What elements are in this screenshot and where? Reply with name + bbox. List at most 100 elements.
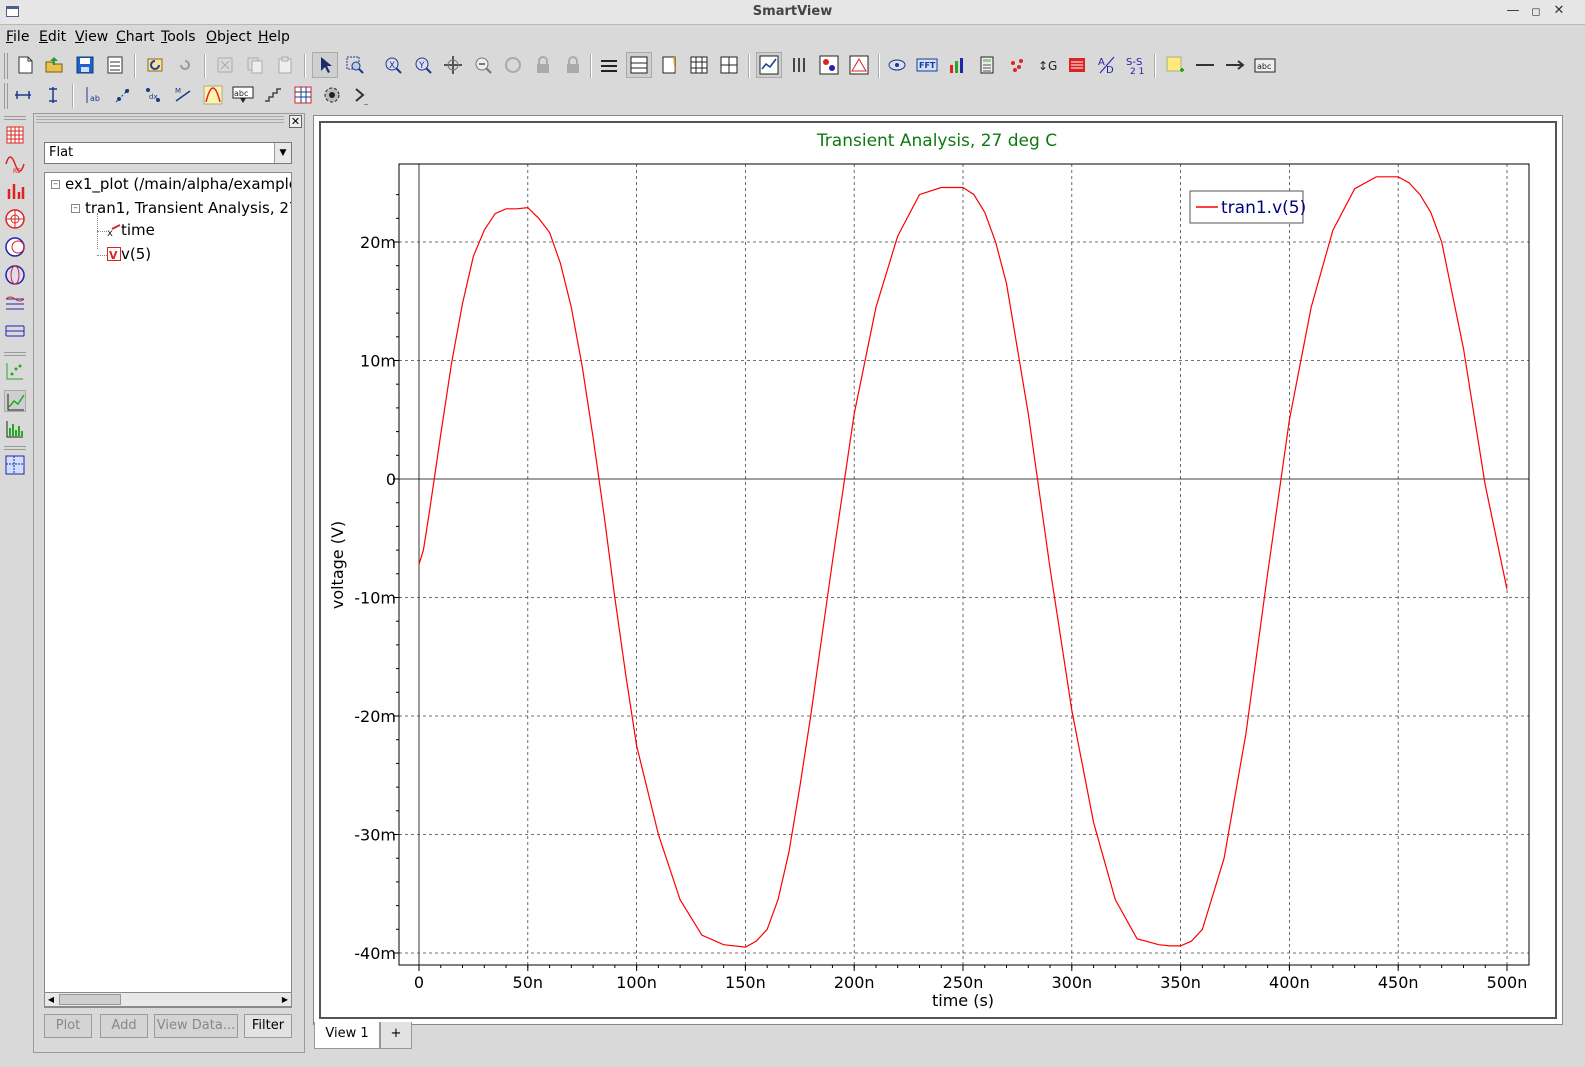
save-icon[interactable] [72,52,98,78]
pan-icon[interactable] [440,52,466,78]
tab-view-1[interactable]: View 1 [314,1022,380,1049]
filter-button[interactable]: Filter [244,1014,292,1038]
maximize-icon[interactable]: ◻ [1528,5,1544,18]
vertical-marker-icon[interactable] [40,82,66,108]
redo-icon[interactable] [172,52,198,78]
stack-icon[interactable] [596,52,622,78]
add-view-tab[interactable]: + [380,1022,412,1049]
polar-chart-icon[interactable] [846,52,872,78]
dx-dy-icon[interactable]: dx [140,82,166,108]
scatter-panel-icon[interactable] [4,360,26,382]
zoom-box-icon[interactable] [342,52,368,78]
lock-y-icon[interactable] [560,52,586,78]
add-text-icon[interactable]: abc [1252,52,1278,78]
globe-panel-icon[interactable] [4,264,26,286]
smith-panel-icon[interactable] [4,236,26,258]
page-icon[interactable] [656,52,682,78]
horizontal-marker-icon[interactable] [10,82,36,108]
calculator-icon[interactable] [974,52,1000,78]
waveform-re-icon[interactable]: RE [4,152,26,175]
lock-x-icon[interactable] [530,52,556,78]
bar-stack-icon[interactable] [786,52,812,78]
add-note-icon[interactable] [1162,52,1188,78]
scroll-left-icon[interactable]: ◀ [45,993,57,1006]
grid-layout-icon[interactable] [686,52,712,78]
menu-chart[interactable]: Chart [116,29,154,45]
menu-file[interactable]: File [6,29,29,45]
plot-button[interactable]: Plot [44,1014,92,1038]
minimize-icon[interactable]: — [1505,3,1521,18]
slope-icon[interactable]: M [170,82,196,108]
panel-grip[interactable] [36,116,284,124]
menu-object[interactable]: Object [206,29,252,45]
add-line-icon[interactable] [1192,52,1218,78]
hierarchy-mode-select[interactable]: Flat ▼ [44,142,292,164]
toolbar-grip[interactable] [4,53,10,79]
y-axis-label: voltage (V) [328,521,347,609]
hierarchy-mode-value: Flat [49,145,74,160]
scroll-right-icon[interactable]: ▶ [279,993,291,1006]
annotation-icon[interactable]: abc [230,82,256,108]
tree-signal-v5[interactable]: Vv(5) [107,245,151,263]
view-data-button[interactable]: View Data... [154,1014,238,1038]
zoom-out-icon[interactable] [470,52,496,78]
digital-panel-icon[interactable] [4,292,26,314]
dropdown-arrow-icon[interactable]: ▼ [274,143,291,163]
fft-icon[interactable]: FFT [914,52,940,78]
bar-panel-icon[interactable] [4,180,26,202]
polar-panel-icon[interactable] [4,208,26,230]
histogram-panel-icon[interactable] [4,418,26,440]
menu-edit[interactable]: Edit [39,29,66,45]
ad-converter-icon[interactable]: AD [1094,52,1120,78]
tree-root-node[interactable]: ex1_plot (/main/alpha/examples... [65,175,291,193]
bus-icon[interactable]: ↕G [1034,52,1060,78]
wizard-icon[interactable] [320,82,346,108]
copy-icon[interactable] [242,52,268,78]
cut-icon[interactable] [212,52,238,78]
menu-help[interactable]: Help [258,29,290,45]
add-arrow-icon[interactable] [1222,52,1248,78]
smith-chart-icon[interactable] [816,52,842,78]
chart-legend[interactable]: tran1.v(5) [1189,190,1306,224]
scroll-thumb[interactable] [59,994,121,1005]
collapse-analysis-icon[interactable]: – [71,204,80,213]
macro-icon[interactable]: _ [350,82,376,108]
close-icon[interactable]: ✕ [1551,3,1567,18]
open-icon[interactable] [41,52,67,78]
measure-chart-icon[interactable] [944,52,970,78]
print-icon[interactable] [102,52,128,78]
menu-tools[interactable]: Tools [161,29,196,45]
s-parameter-icon[interactable]: S-S 2 1 [1124,52,1150,78]
eye-panel-icon[interactable] [4,320,26,342]
zoom-y-icon[interactable]: Y [410,52,436,78]
menu-view[interactable]: View [75,29,108,45]
stairs-icon[interactable] [260,82,286,108]
delta-marker-icon[interactable] [110,82,136,108]
new-icon[interactable] [12,52,38,78]
table-icon[interactable] [290,82,316,108]
scatter-icon[interactable] [1004,52,1030,78]
label-point-icon[interactable]: ab [80,82,106,108]
collapse-root-icon[interactable]: – [51,180,60,189]
zoom-x-icon[interactable]: X [380,52,406,78]
tree-horizontal-scrollbar[interactable]: ◀ ▶ [44,992,292,1007]
tree-analysis-node[interactable]: tran1, Transient Analysis, 27 deg C [85,199,291,217]
line-panel-icon[interactable] [4,390,26,412]
paste-icon[interactable] [272,52,298,78]
x-tick-label: 0 [414,973,424,992]
undo-icon[interactable] [142,52,168,78]
add-button[interactable]: Add [100,1014,148,1038]
waveform-chart[interactable]: Transient Analysis, 27 deg C 0 50n 100n 150… [313,115,1563,1025]
line-chart-icon[interactable] [756,52,782,78]
horizontal-layout-icon[interactable] [626,52,652,78]
tile-layout-icon[interactable] [716,52,742,78]
panel-close-icon[interactable]: ✕ [289,115,302,128]
zoom-fit-icon[interactable] [500,52,526,78]
peak-marker-icon[interactable] [200,82,226,108]
tree-signal-time[interactable]: x time [107,221,155,239]
eye-diagram-icon[interactable] [884,52,910,78]
select-pointer-icon[interactable] [312,52,338,78]
map-panel-icon[interactable] [4,454,26,476]
grid-panel-icon[interactable] [4,124,26,146]
digital-icon[interactable] [1064,52,1090,78]
